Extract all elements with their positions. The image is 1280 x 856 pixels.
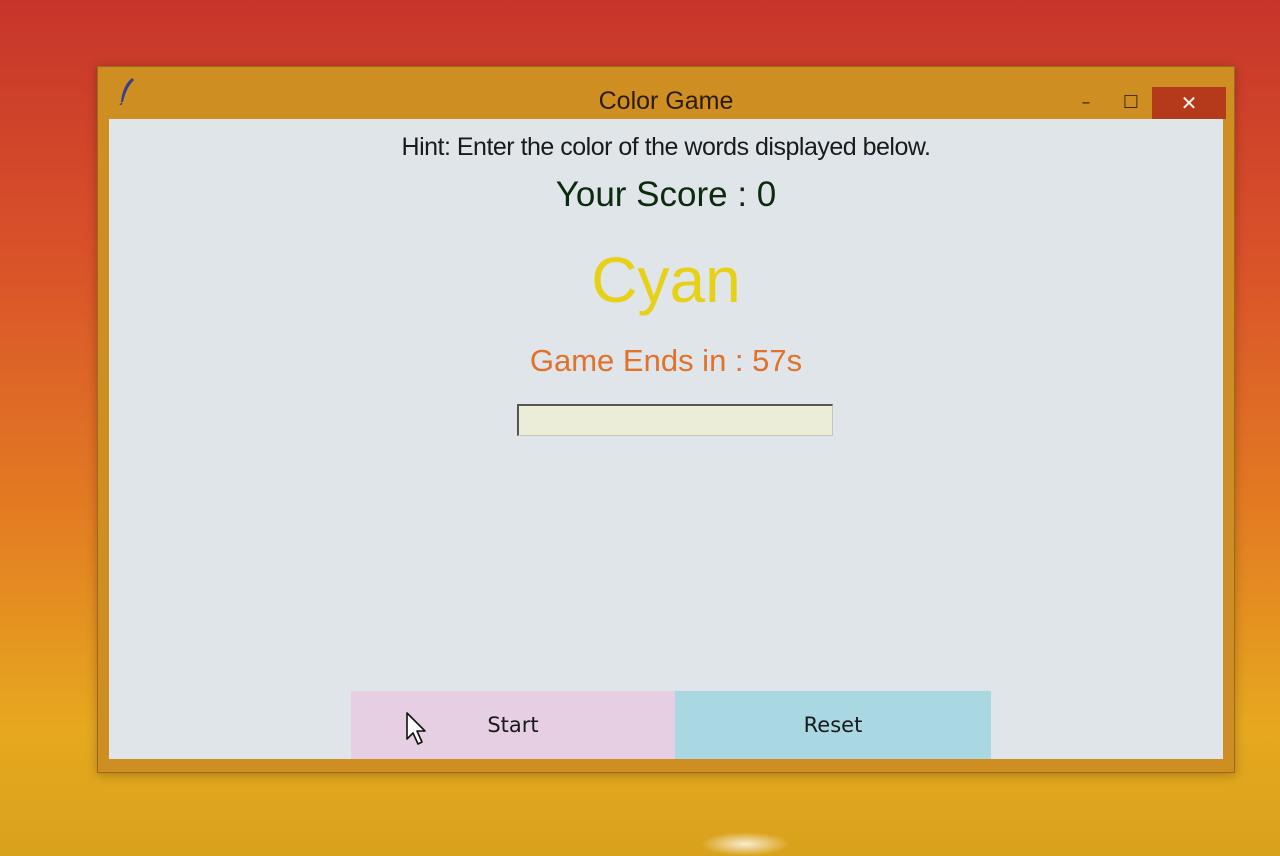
maximize-button[interactable]: ☐ — [1116, 87, 1146, 119]
timer-label: Game Ends in : 57s — [529, 343, 803, 378]
start-button[interactable]: Start — [351, 691, 675, 759]
game-panel: Hint: Enter the color of the words displ… — [109, 119, 1223, 759]
app-window: Color Game – ☐ ✕ Hint: Enter the color o… — [97, 66, 1235, 773]
hint-label: Hint: Enter the color of the words displ… — [401, 133, 931, 161]
window-title: Color Game — [598, 87, 734, 115]
close-button[interactable]: ✕ — [1152, 87, 1226, 119]
answer-input[interactable] — [517, 404, 833, 436]
title-bar[interactable]: Color Game – ☐ ✕ — [98, 67, 1234, 119]
reset-button[interactable]: Reset — [675, 691, 991, 759]
color-word: Cyan — [591, 244, 741, 316]
mouse-cursor-icon — [406, 712, 426, 745]
screen-reflection — [700, 832, 790, 856]
score-label: Your Score : 0 — [555, 175, 777, 214]
minimize-button[interactable]: – — [1071, 87, 1101, 119]
